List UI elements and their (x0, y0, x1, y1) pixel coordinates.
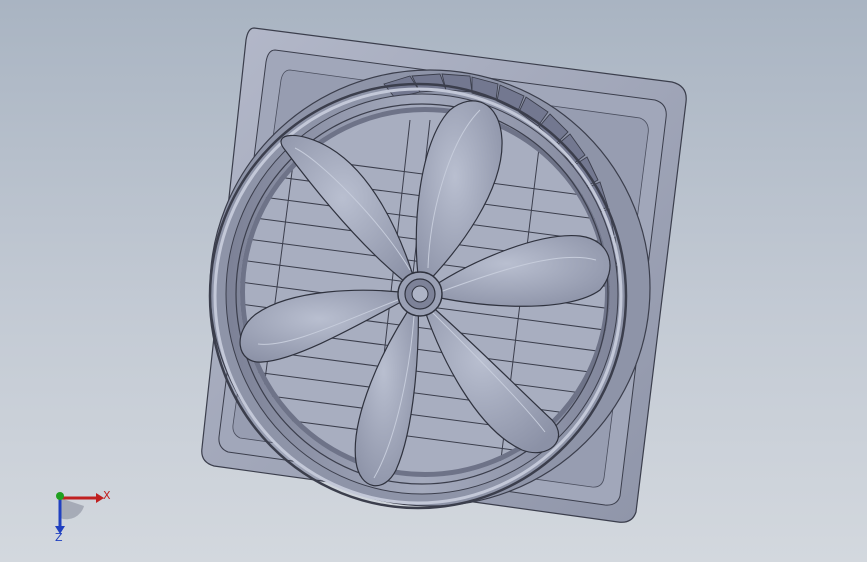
fan-hub-center (411, 285, 429, 303)
coordinate-triad-icon: X Z (40, 482, 120, 548)
x-axis-label: X (103, 489, 111, 502)
z-axis-label: Z (55, 531, 63, 544)
graphics-viewport[interactable]: X Z (0, 0, 867, 562)
exhaust-fan-model[interactable] (0, 0, 867, 562)
